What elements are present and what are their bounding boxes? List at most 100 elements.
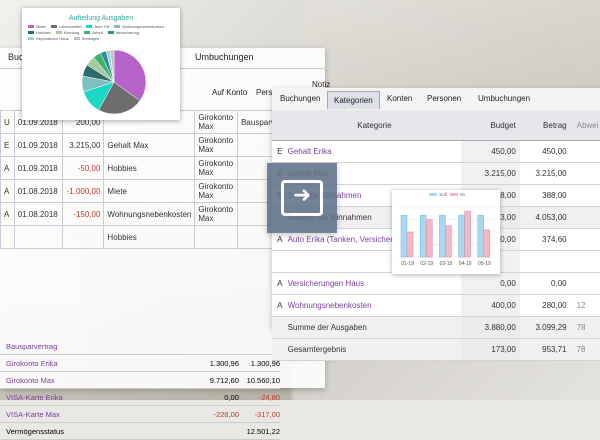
cell-budget: 173,00 [461,339,520,360]
arrow-right-icon: ➜ [281,180,323,216]
expense-pie-chart: Aufteilung Ausgaben Miete Lebensmittel Aut… [22,8,180,120]
tab-bar: Buchungen Kategorien Konten Personen Umb… [272,88,600,111]
cell-k: A [0,202,15,226]
next-slide-button[interactable]: ➜ [267,163,337,233]
table-row[interactable]: Summe der Ausgaben 3.880,00 3.099,29 78 [272,317,600,339]
table-row[interactable]: E Gehalt Erika 450,00 450,00 [272,141,600,163]
value: 10.560,10 [246,375,280,385]
cell-konto: Girokonto Max [194,202,239,226]
col-to-account[interactable]: Auf Konto [212,88,247,97]
bar-soll[interactable] [477,215,485,258]
legend-item: Auto Ott [86,24,109,29]
account-name: Girokonto Max [6,375,55,385]
col-deviation[interactable]: Abwei [571,121,600,130]
cell-k: A [277,235,283,244]
legend-item: Versicherung [107,30,139,35]
cell-name: Gesamtergebnis [287,345,347,354]
cell-budget: 3.215,00 [461,163,520,184]
cell-date: 01.08.2018 [13,202,63,226]
cell-budget: 0,00 [461,273,520,294]
tick-label: 01-19 [401,261,414,267]
legend-item: Kleidung [55,30,79,35]
table-row[interactable]: Gesamtergebnis 173,00 953,71 78 [272,339,600,361]
value: 9.712,60 [209,375,239,385]
cell-betrag: 3.215,00 [535,169,567,178]
tab-transfers[interactable]: Umbuchungen [195,52,254,62]
cell-date: 01.09.2018 [13,133,63,157]
cell-k: A [0,179,15,203]
col-budget[interactable]: Budget [461,110,520,140]
cell-k: A [277,301,283,310]
tab-transfers[interactable]: Umbuchungen [478,94,530,103]
legend-item: Hobbies [28,30,51,35]
cell-k: A [277,279,283,288]
cell-abw: 78 [576,323,586,332]
cell-abw: 12 [576,301,586,310]
bar-ist[interactable] [483,229,491,258]
bar-ist[interactable] [464,210,471,258]
cell-amount: -150,00 [61,202,105,226]
cell-k: A [0,156,15,180]
legend-item: Arbeit [84,30,103,35]
bar-soll[interactable] [419,215,427,258]
pie-svg [81,49,147,115]
table-row[interactable]: A Wohnungsnebenkosten 400,00 280,00 12 [272,295,600,317]
cell-date: 01.08.2018 [13,179,63,203]
cell-k: E [277,147,283,156]
tick-label: 02-19 [420,261,433,267]
cell-name: Wohnungsnebenkosten [287,301,372,310]
account-name: VISA-Karte Max [6,409,60,419]
cell-betrag: 3.099,29 [535,323,567,332]
bar-soll[interactable] [400,215,408,258]
list-item[interactable]: Girokonto Max 9.712,60 10.560,10 [0,372,280,389]
cell-date: 01.09.2018 [13,156,63,180]
cell-konto: Girokonto Max [194,133,239,157]
tab-accounts[interactable]: Konten [387,94,412,103]
cell-text: Gehalt Max [103,133,196,157]
bar-soll[interactable] [439,215,446,258]
table-row[interactable]: A Versicherungen Haus 0,00 0,00 [272,273,600,295]
value: -228,00 [213,409,239,419]
value: 0,00 [224,392,239,402]
cell-betrag: 4.053,00 [535,213,567,222]
table-header: Kategorie Budget Betrag Abwei [272,110,600,141]
list-item[interactable]: VISA-Karte Erika 0,00 -24,80 [0,389,280,406]
list-item[interactable]: Girokonto Erika 1.300,96 1.300,96 [0,355,280,372]
cell-konto: Girokonto Max [194,179,239,203]
bar-svg: 01-19 02-19 03-19 04-19 05-19 [398,206,494,267]
tab-bookings[interactable]: Buchungen [280,94,320,103]
value: 1.300,96 [209,358,239,368]
budget-bar-chart: Soll Ist 01-19 02-19 03-19 04-19 05-19 [392,190,500,274]
chart-legend: Miete Lebensmittel Auto Ott Wohnungsnebenko… [22,22,180,43]
account-summary: Bausparvertrag Girokonto Erika 1.300,96 1.3… [0,338,280,440]
list-item[interactable]: VISA-Karte Max -228,00 -317,00 [0,406,280,423]
cell-betrag: 374,60 [542,235,567,244]
bar-ist[interactable] [445,225,452,258]
cell-name: Gehalt Erika [287,147,332,156]
account-name: Bausparvertrag [6,341,58,351]
account-name: Vermögensstatus [6,426,64,436]
cell-budget: 400,00 [461,295,520,316]
cell-text: Wohnungsnebenkosten [103,202,196,226]
tab-persons[interactable]: Personen [427,94,461,103]
bar-soll[interactable] [458,215,465,258]
col-category[interactable]: Kategorie [288,121,462,130]
tab-categories[interactable]: Kategorien [327,91,380,109]
tick-label: 05-19 [478,261,491,267]
cell-amount: -50,00 [61,156,105,180]
bar-ist[interactable] [406,231,414,258]
value: 12.501,22 [246,426,280,436]
cell-abw: 78 [576,345,586,354]
cell-k [0,225,15,249]
list-item[interactable]: Bausparvertrag [0,338,280,355]
cell-betrag: 280,00 [542,301,567,310]
col-amount[interactable]: Betrag [520,121,571,130]
legend-item: Sonstiges [73,36,99,41]
list-item[interactable]: Vermögensstatus 12.501,22 [0,423,280,440]
cell-konto: Girokonto Max [194,110,239,134]
cell-amount [61,225,105,249]
bar-ist[interactable] [425,219,433,258]
chart-title: Aufteilung Ausgaben [68,15,134,22]
cell-amount: 3.215,00 [61,133,105,157]
cell-budget: 450,00 [461,141,520,162]
